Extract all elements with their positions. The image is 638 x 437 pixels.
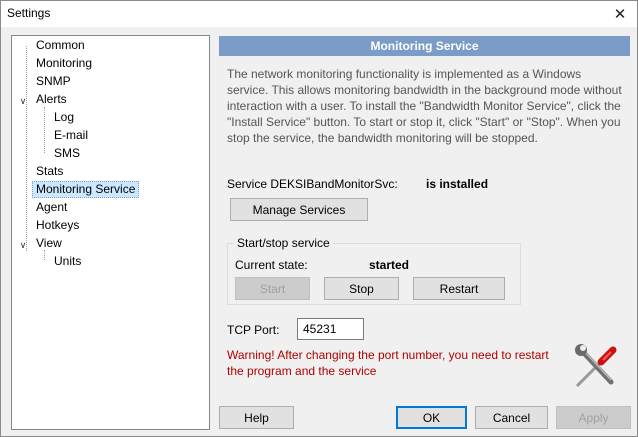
tcp-port-input[interactable] [297,318,364,340]
chevron-down-icon[interactable]: ∨ [18,96,28,106]
ok-button[interactable]: OK [396,406,467,429]
tree-item-sms[interactable]: SMS [51,145,83,162]
settings-window: Settings ✕ ∨ ∨ Common Monitoring SNMP Al… [0,0,638,437]
tree-item-stats[interactable]: Stats [33,163,66,180]
window-title: Settings [7,6,51,20]
tree-item-snmp[interactable]: SNMP [33,73,74,90]
restart-button[interactable]: Restart [413,277,505,300]
tree-connector-line [26,46,27,251]
help-button[interactable]: Help [219,406,294,429]
close-icon[interactable]: ✕ [603,1,637,27]
start-button[interactable]: Start [235,277,310,300]
stop-button[interactable]: Stop [324,277,399,300]
title-bar: Settings ✕ [1,1,637,27]
tree-item-monitoring-service[interactable]: Monitoring Service [32,181,140,198]
tree-item-common[interactable]: Common [33,37,88,54]
tools-icon [575,344,617,388]
tree-item-agent[interactable]: Agent [33,199,70,216]
chevron-down-icon[interactable]: ∨ [18,240,28,250]
tree-item-log[interactable]: Log [51,109,77,126]
service-description: The network monitoring functionality is … [227,67,622,145]
manage-services-button[interactable]: Manage Services [230,198,368,221]
tree-connector-line [44,107,45,153]
panel-header: Monitoring Service [219,36,630,56]
service-label: Service DEKSIBandMonitorSvc: [227,177,398,191]
current-state-label: Current state: [235,258,308,272]
apply-button[interactable]: Apply [556,406,631,429]
tree-item-hotkeys[interactable]: Hotkeys [33,217,82,234]
group-title: Start/stop service [234,236,333,250]
settings-tree[interactable]: ∨ ∨ Common Monitoring SNMP Alerts Log E-… [11,35,210,430]
tree-item-email[interactable]: E-mail [51,127,91,144]
port-warning: Warning! After changing the port number,… [227,348,549,378]
tree-item-units[interactable]: Units [51,253,84,270]
tree-item-alerts[interactable]: Alerts [33,91,70,108]
tree-item-monitoring[interactable]: Monitoring [33,55,95,72]
cancel-button[interactable]: Cancel [475,406,548,429]
tcp-port-label: TCP Port: [227,323,280,337]
service-status: is installed [426,177,489,191]
tree-item-view[interactable]: View [33,235,65,252]
current-state-value: started [369,258,410,272]
